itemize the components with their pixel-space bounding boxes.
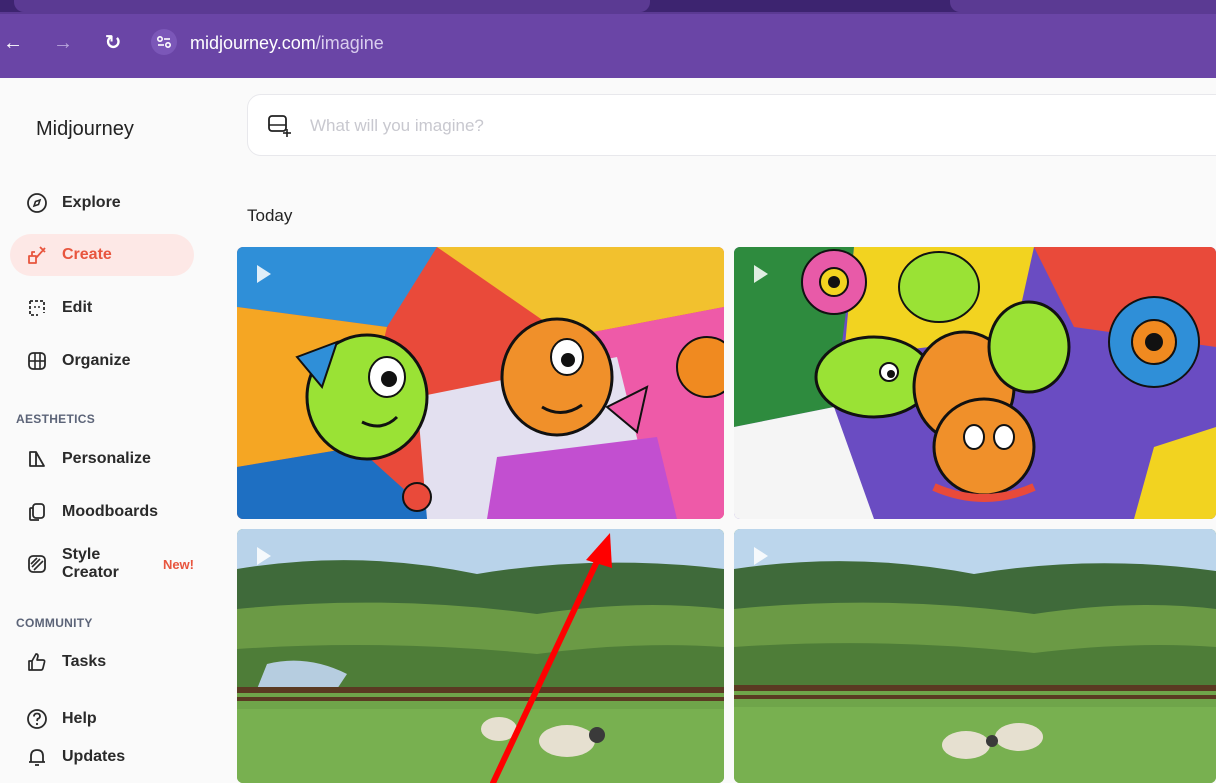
edit-frame-icon (26, 297, 48, 319)
image-thumbnail[interactable] (734, 247, 1216, 519)
sidebar-item-moodboards[interactable]: Moodboards (10, 491, 194, 533)
section-label-community: COMMUNITY (16, 616, 93, 630)
sidebar-item-explore[interactable]: Explore (10, 182, 194, 224)
sidebar: Midjourney Explore Create Edit Organize … (0, 78, 220, 783)
main-content: Today (220, 78, 1216, 783)
browser-tab[interactable] (950, 0, 1216, 12)
sidebar-item-personalize[interactable]: Personalize (10, 438, 194, 480)
thumbs-up-icon (26, 651, 48, 673)
sidebar-item-label: Tasks (62, 653, 107, 670)
sidebar-item-label: Help (62, 710, 97, 727)
fish-illustration-1 (237, 247, 724, 519)
sidebar-item-updates[interactable]: Updates (10, 736, 194, 778)
sheep-landscape-1 (237, 529, 724, 783)
video-play-icon (257, 265, 271, 283)
sidebar-item-label: Moodboards (62, 503, 158, 520)
brush-icon (26, 244, 48, 266)
grid-icon (26, 350, 48, 372)
section-label-aesthetics: AESTHETICS (16, 412, 96, 426)
sidebar-item-label: Create (62, 246, 112, 263)
browser-chrome: ← → ↻ midjourney.com/imagine (0, 0, 1216, 78)
image-add-icon[interactable] (266, 113, 292, 139)
moodboard-icon (26, 501, 48, 523)
sidebar-item-label: Edit (62, 299, 93, 316)
url-text[interactable]: midjourney.com/imagine (190, 33, 384, 54)
video-play-icon (754, 265, 768, 283)
sidebar-item-create[interactable]: Create (10, 234, 194, 276)
sidebar-item-help[interactable]: Help (10, 698, 194, 740)
address-bar[interactable]: ← → ↻ midjourney.com/imagine (0, 14, 1216, 78)
sidebar-item-edit[interactable]: Edit (10, 287, 194, 329)
back-icon[interactable]: ← (0, 30, 26, 56)
help-icon (26, 708, 48, 730)
site-info-icon[interactable] (151, 29, 177, 55)
url-host: midjourney.com (190, 33, 316, 53)
prompt-bar[interactable] (247, 94, 1216, 156)
video-play-icon (257, 547, 271, 565)
prompt-input[interactable] (310, 111, 1010, 141)
sidebar-item-label: Updates (62, 748, 126, 765)
bell-icon (26, 746, 48, 768)
image-thumbnail[interactable] (237, 529, 724, 783)
browser-tab[interactable] (14, 0, 650, 12)
image-thumbnail[interactable] (734, 529, 1216, 783)
url-path: /imagine (315, 33, 384, 53)
style-creator-icon (26, 553, 48, 575)
sidebar-item-label: Personalize (62, 450, 151, 467)
sidebar-item-label: Organize (62, 352, 131, 369)
fish-illustration-2 (734, 247, 1216, 519)
brand-logo-text[interactable]: Midjourney (36, 118, 134, 141)
forward-icon[interactable]: → (50, 30, 76, 56)
sidebar-item-organize[interactable]: Organize (10, 340, 194, 382)
video-play-icon (754, 547, 768, 565)
image-thumbnail[interactable] (237, 247, 724, 519)
sidebar-item-label: Explore (62, 194, 121, 211)
section-title-today: Today (247, 206, 293, 225)
sidebar-item-label: Style Creator (62, 546, 119, 581)
sidebar-item-tasks[interactable]: Tasks (10, 641, 194, 683)
compass-icon (26, 192, 48, 214)
sheep-landscape-2 (734, 529, 1216, 783)
tab-strip (0, 0, 1216, 12)
new-badge: New! (162, 556, 194, 572)
sidebar-item-style-creator[interactable]: Style Creator New! (10, 543, 194, 585)
reload-icon[interactable]: ↻ (100, 30, 126, 56)
personalize-icon (26, 448, 48, 470)
